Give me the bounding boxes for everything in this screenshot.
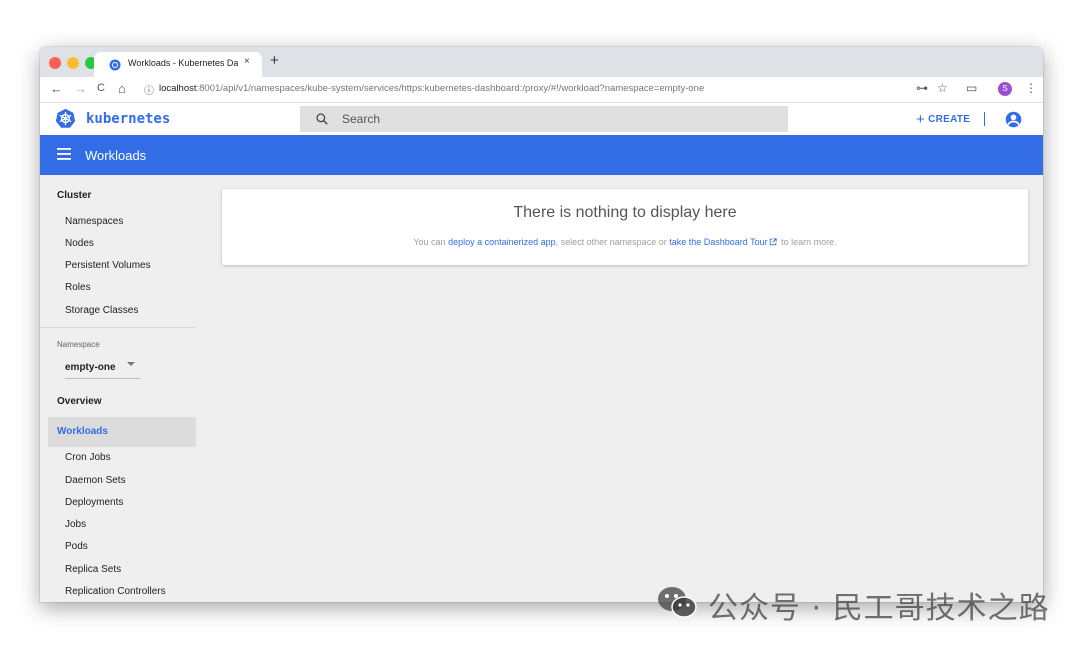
sidebar-item-jobs[interactable]: Jobs [65,519,86,530]
create-button[interactable]: + CREATE [916,111,970,128]
open-in-new-icon[interactable] [769,238,777,246]
dropdown-caret-icon [127,362,135,366]
create-label: CREATE [928,114,971,125]
sidebar-item-namespaces[interactable]: Namespaces [65,216,123,227]
browser-toolbar: ← → C ⌂ ⓘ localhost:8001/api/v1/namespac… [40,77,1043,103]
deploy-app-link[interactable]: deploy a containerized app [448,237,556,247]
minimize-window-button[interactable] [67,57,79,69]
new-tab-button[interactable]: + [270,52,279,69]
home-icon[interactable]: ⌂ [118,81,126,96]
browser-tab[interactable]: Workloads - Kubernetes Dashb × [94,52,262,77]
sidebar-item-overview[interactable]: Overview [57,396,101,407]
sidebar-item-workloads[interactable]: Workloads [48,417,196,447]
reload-icon[interactable]: C [97,82,105,94]
search-icon [316,113,328,125]
tab-strip: Workloads - Kubernetes Dashb × + [40,47,1043,77]
sidebar-item-workloads-label: Workloads [57,426,108,437]
header-divider [984,112,985,126]
watermark-text: 公众号 · 民工哥技术之路 [708,591,1050,622]
search-input[interactable] [342,110,762,128]
wechat-watermark: 公众号 · 民工哥技术之路 [656,582,1080,622]
sidebar-item-nodes[interactable]: Nodes [65,238,94,249]
search-box[interactable] [300,106,788,132]
cast-icon[interactable]: ▭ [966,81,977,95]
kubernetes-favicon-icon [109,59,121,71]
hamburger-menu-icon[interactable] [57,148,71,160]
sidebar-item-cron-jobs[interactable]: Cron Jobs [65,452,111,463]
bookmark-star-icon[interactable]: ☆ [937,81,948,95]
plus-icon: + [916,111,926,128]
sidebar-item-storage-classes[interactable]: Storage Classes [65,305,138,316]
wechat-logo-icon [658,587,697,618]
sidebar-divider [40,327,196,328]
forward-icon[interactable]: → [74,81,87,96]
sidebar-item-replication-controllers[interactable]: Replication Controllers [65,586,166,597]
sidebar-heading-cluster[interactable]: Cluster [57,190,91,201]
page-toolbar: Workloads [40,135,1043,175]
app-header: kubernetes +CREATE [40,103,1043,135]
dashboard-tour-link[interactable]: take the Dashboard Tour [669,237,767,247]
url-host: localhost [159,83,197,94]
namespace-label: Namespace [57,340,100,349]
address-bar[interactable]: localhost:8001/api/v1/namespaces/kube-sy… [159,83,704,94]
sidebar-item-persistent-volumes[interactable]: Persistent Volumes [65,260,151,271]
namespace-select[interactable]: empty-one [65,356,140,379]
key-icon[interactable]: ⊶ [916,81,928,95]
sidebar-item-deployments[interactable]: Deployments [65,497,123,508]
url-path: :8001/api/v1/namespaces/kube-system/serv… [196,83,705,94]
empty-state-message: You can deploy a containerized app, sele… [222,237,1028,247]
account-circle-icon[interactable] [1005,111,1022,128]
msg-middle: , select other namespace or [555,237,670,247]
back-icon[interactable]: ← [50,81,63,96]
empty-state-title: There is nothing to display here [513,204,737,221]
browser-menu-icon[interactable]: ⋮ [1025,81,1037,95]
msg-suffix: to learn more. [778,237,837,247]
msg-prefix: You can [413,237,449,247]
close-tab-icon[interactable]: × [244,56,250,67]
kubernetes-logo-icon [55,108,76,128]
empty-state-card: There is nothing to display here You can… [222,189,1028,265]
namespace-value: empty-one [65,362,116,373]
sidebar-item-replica-sets[interactable]: Replica Sets [65,564,121,575]
site-info-icon[interactable]: ⓘ [144,82,154,97]
sidebar-nav: Cluster Namespaces Nodes Persistent Volu… [40,175,196,602]
page-title: Workloads [85,148,147,163]
close-window-button[interactable] [49,57,61,69]
sidebar-item-daemon-sets[interactable]: Daemon Sets [65,475,126,486]
tab-title: Workloads - Kubernetes Dashb [128,58,238,68]
sidebar-item-roles[interactable]: Roles [65,282,91,293]
brand-name[interactable]: kubernetes [86,111,170,127]
browser-window: Workloads - Kubernetes Dashb × + ← → C ⌂… [40,47,1043,602]
sidebar-item-pods[interactable]: Pods [65,541,88,552]
profile-avatar[interactable]: S [998,82,1012,96]
